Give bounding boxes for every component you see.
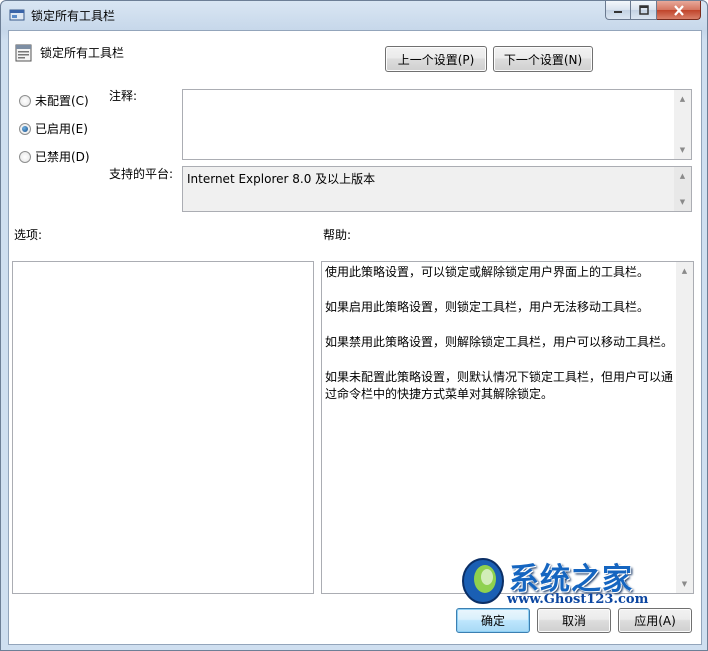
policy-editor-icon [9,8,25,22]
window-title: 锁定所有工具栏 [31,9,116,23]
radio-not-configured-label: 未配置(C) [35,94,89,108]
watermark: 系统之家 www.Ghost123.com [457,554,687,610]
platform-scrollbar[interactable]: ▲ ▼ [674,167,691,211]
scroll-up-arrow-icon[interactable]: ▲ [676,264,693,278]
watermark-url: www.Ghost123.com [507,592,649,607]
help-paragraph: 如果禁用此策略设置，则解除锁定工具栏，用户可以移动工具栏。 [325,335,674,349]
radio-not-configured[interactable]: 未配置(C) [19,92,89,109]
radio-not-configured-indicator[interactable] [19,94,31,107]
window-controls [605,1,701,21]
supported-platform-field: Internet Explorer 8.0 及以上版本 ▲ ▼ [182,166,692,212]
scroll-down-arrow-icon[interactable]: ▼ [674,143,691,157]
title-bar[interactable]: 锁定所有工具栏 [1,1,707,29]
radio-enabled[interactable]: 已启用(E) [19,120,88,137]
watermark-logo-icon [462,558,504,604]
cancel-button[interactable]: 取消 [537,608,611,633]
minimize-button[interactable] [605,1,631,20]
scroll-up-arrow-icon[interactable]: ▲ [674,169,691,183]
scroll-down-arrow-icon[interactable]: ▼ [674,195,691,209]
options-panel [12,261,314,594]
radio-disabled[interactable]: 已禁用(D) [19,148,90,165]
minimize-icon [614,11,622,13]
previous-setting-button[interactable]: 上一个设置(P) [385,46,487,72]
ok-button[interactable]: 确定 [456,608,530,633]
radio-enabled-label: 已启用(E) [35,122,88,136]
close-icon [673,4,684,16]
next-setting-button[interactable]: 下一个设置(N) [493,46,593,72]
apply-button[interactable]: 应用(A) [618,608,692,633]
help-panel: 使用此策略设置，可以锁定或解除锁定用户界面上的工具栏。 如果启用此策略设置，则锁… [321,261,694,594]
help-paragraph: 如果启用此策略设置，则锁定工具栏，用户无法移动工具栏。 [325,300,650,314]
radio-disabled-indicator[interactable] [19,150,31,163]
policy-setting-icon [15,43,33,63]
radio-disabled-label: 已禁用(D) [35,150,90,164]
help-paragraph: 使用此策略设置，可以锁定或解除锁定用户界面上的工具栏。 [325,265,650,279]
maximize-icon [638,5,649,15]
policy-dialog-window: 锁定所有工具栏 锁定所有工具栏 上一个设置(P) 下一个设置(N) 未配置(C)… [0,0,708,651]
comment-textarea[interactable]: ▲ ▼ [182,89,692,160]
dialog-client-area: 锁定所有工具栏 上一个设置(P) 下一个设置(N) 未配置(C) 已启用(E) … [8,30,702,645]
help-label: 帮助: [323,228,352,242]
scroll-up-arrow-icon[interactable]: ▲ [674,92,691,106]
help-scrollbar[interactable]: ▲ ▼ [676,262,693,593]
policy-name-heading: 锁定所有工具栏 [40,46,125,60]
close-button[interactable] [657,1,701,20]
help-paragraph: 如果未配置此策略设置，则默认情况下锁定工具栏，但用户可以通过命令栏中的快捷方式菜… [325,370,674,401]
comment-label: 注释: [109,89,138,103]
supported-platform-value: Internet Explorer 8.0 及以上版本 [187,172,376,186]
comment-scrollbar[interactable]: ▲ ▼ [674,90,691,159]
radio-enabled-indicator[interactable] [19,122,31,135]
maximize-button[interactable] [631,1,657,20]
options-label: 选项: [14,228,43,242]
supported-platform-label: 支持的平台: [109,167,174,181]
help-text-container: 使用此策略设置，可以锁定或解除锁定用户界面上的工具栏。 如果启用此策略设置，则锁… [325,264,675,421]
